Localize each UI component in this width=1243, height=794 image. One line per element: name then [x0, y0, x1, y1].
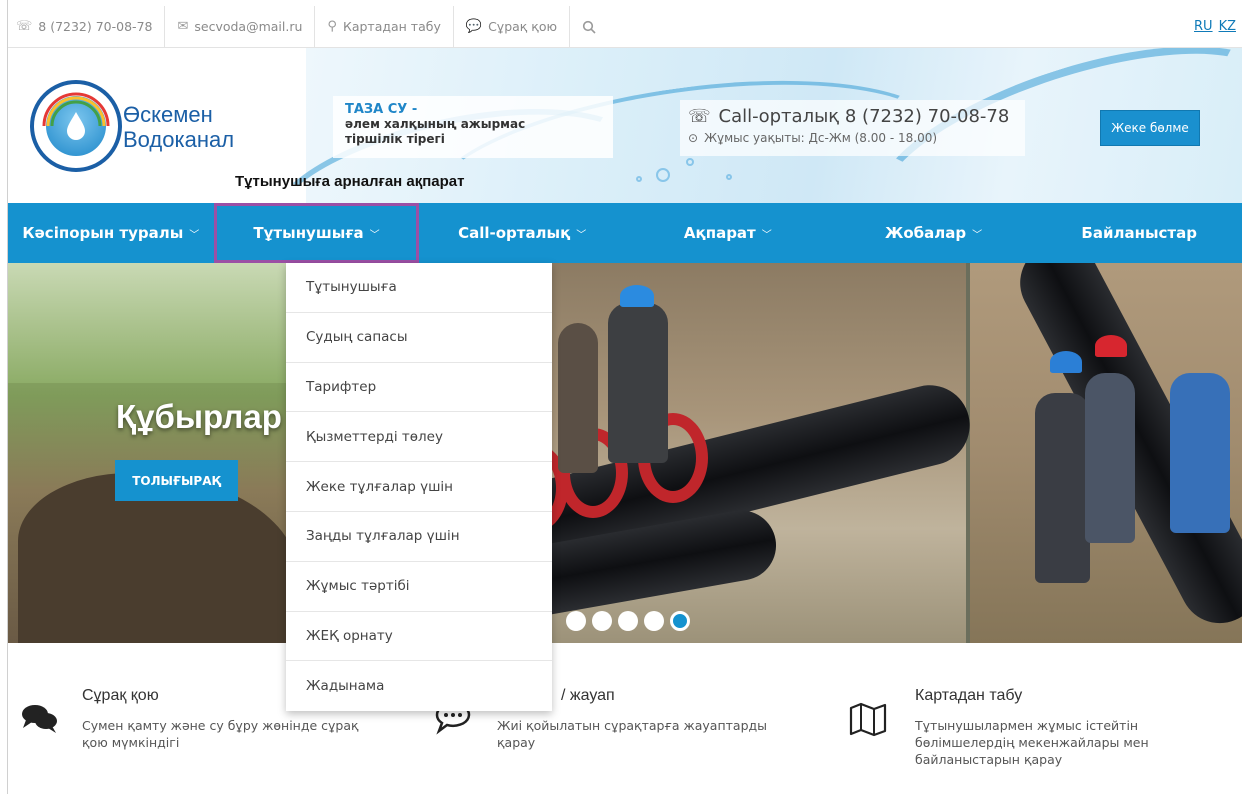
brand-line2: Водоканал — [123, 127, 235, 152]
nav-item-label: Байланыстар — [1081, 224, 1197, 242]
comments-icon: 💬 — [465, 19, 483, 34]
logo[interactable] — [30, 80, 122, 172]
lang-kz-link[interactable]: KZ — [1219, 19, 1236, 34]
language-switcher: RU KZ — [1194, 19, 1242, 34]
nav-item-call-center[interactable]: Call-орталық ﹀ — [419, 203, 625, 263]
chevron-down-icon: ﹀ — [369, 229, 380, 241]
feature-title: Сұрақ қою — [82, 687, 159, 704]
main-nav: Кәсіпорын туралы ﹀ Тұтынушыға ﹀ Call-ортал… — [8, 203, 1242, 263]
feature-desc-line: Сумен қамту және су бұру жөнінде сұрақ — [82, 718, 359, 733]
nav-item-info[interactable]: Ақпарат ﹀ — [625, 203, 831, 263]
top-bar: ☏ 8 (7232) 70-08-78 ✉ secvoda@mail.ru ⚲ … — [8, 5, 1242, 48]
topbar-ask-link[interactable]: 💬 Сұрақ қою — [454, 5, 571, 48]
slide-photo-trench — [8, 263, 298, 643]
feature-desc-line: қарау — [497, 735, 536, 750]
slogan-title: ТАЗА СУ - — [345, 102, 418, 117]
topbar-ask-text: Сұрақ қою — [488, 19, 558, 34]
page-left-border — [0, 0, 8, 794]
phone-icon: ☏ — [16, 19, 33, 34]
personal-cabinet-button[interactable]: Жеке бөлме — [1100, 110, 1200, 146]
phone-icon: ☏ — [688, 106, 711, 127]
dropdown-item-payment[interactable]: Қызметтерді төлеу — [286, 412, 552, 463]
slider-dots — [566, 611, 690, 631]
clock-icon: ⊙ — [688, 131, 699, 145]
feature-title: / жауап — [561, 687, 615, 704]
dropdown-item-individuals[interactable]: Жеке тұлғалар үшін — [286, 462, 552, 512]
feature-desc-line: Тұтынушылармен жұмыс істейтін — [915, 718, 1139, 733]
nav-item-projects[interactable]: Жобалар ﹀ — [831, 203, 1037, 263]
slide-title: Құбырлар — [116, 398, 282, 435]
dropdown-item-water-quality[interactable]: Судың сапасы — [286, 313, 552, 363]
features-section: Сұрақ қою Сумен қамту және су бұру жөнін… — [8, 643, 1242, 794]
dropdown-item-meter-install[interactable]: ЖЕҚ орнату — [286, 612, 552, 662]
hero-slider: Құбырлар ТОЛЫҒЫРАҚ — [8, 263, 1242, 643]
dropdown-item-legal-entities[interactable]: Заңды тұлғалар үшін — [286, 512, 552, 562]
nav-item-label: Кәсіпорын туралы — [22, 224, 184, 242]
consumer-dropdown-menu: Тұтынушыға Судың сапасы Тарифтер Қызметт… — [286, 263, 552, 711]
nav-item-label: Call-орталық — [458, 224, 571, 242]
dropdown-item-tariffs[interactable]: Тарифтер — [286, 363, 552, 413]
feature-desc: Тұтынушылармен жұмыс істейтін бөлімшелер… — [915, 717, 1235, 768]
nav-item-label: Жобалар — [884, 224, 967, 242]
envelope-icon: ✉ — [177, 19, 189, 34]
feature-desc-line: бөлімшелердің мекенжайлары мен — [915, 735, 1149, 750]
work-hours-text: Жұмыс уақыты: Дс-Жм (8.00 - 18.00) — [704, 131, 938, 145]
slide-photo-workers — [970, 263, 1242, 643]
dropdown-item-work-schedule[interactable]: Жұмыс тәртібі — [286, 562, 552, 612]
call-center-text: Call-орталық 8 (7232) 70-08-78 — [718, 106, 1010, 127]
slider-dot[interactable] — [566, 611, 586, 631]
topbar-search[interactable] — [570, 6, 608, 48]
map-icon — [849, 702, 887, 737]
call-center-box: ☏ Call-орталық 8 (7232) 70-08-78 ⊙ Жұмыс… — [680, 100, 1025, 156]
topbar-email-text: secvoda@mail.ru — [194, 19, 303, 34]
chevron-down-icon: ﹀ — [189, 229, 200, 241]
search-icon — [582, 20, 596, 34]
slider-dot[interactable] — [618, 611, 638, 631]
slider-dot[interactable] — [592, 611, 612, 631]
nav-item-label: Ақпарат — [683, 224, 756, 242]
page-tagline: Тұтынушыға арналған ақпарат — [235, 173, 465, 190]
nav-item-about[interactable]: Кәсіпорын туралы ﹀ — [8, 203, 214, 263]
site-header: Өскемен Водоканал ТАЗА СУ - әлем халқыны… — [8, 48, 1242, 203]
slider-dot[interactable] — [644, 611, 664, 631]
feature-desc: Сумен қамту және су бұру жөнінде сұрақ қ… — [82, 717, 382, 751]
logo-rainbow-arc — [42, 92, 110, 127]
topbar-phone-text: 8 (7232) 70-08-78 — [38, 19, 153, 34]
nav-item-consumer[interactable]: Тұтынушыға ﹀ — [213, 203, 420, 263]
comments-icon — [22, 705, 57, 733]
chevron-down-icon: ﹀ — [761, 229, 772, 241]
topbar-map-link[interactable]: ⚲ Картадан табу — [315, 5, 454, 48]
feature-desc-line: байланыстарын қарау — [915, 752, 1063, 767]
chevron-down-icon: ﹀ — [972, 229, 983, 241]
lang-ru-link[interactable]: RU — [1194, 19, 1213, 34]
feature-desc-line: Жиі қойылатын сұрақтарға жауаптарды — [497, 718, 768, 733]
brand-name[interactable]: Өскемен Водоканал — [123, 102, 234, 152]
nav-item-contacts[interactable]: Байланыстар — [1036, 203, 1242, 263]
read-more-button[interactable]: ТОЛЫҒЫРАҚ — [115, 460, 238, 501]
topbar-email[interactable]: ✉ secvoda@mail.ru — [165, 5, 316, 48]
topbar-phone[interactable]: ☏ 8 (7232) 70-08-78 — [8, 5, 166, 48]
chevron-down-icon: ﹀ — [576, 229, 587, 241]
feature-desc-line: қою мүмкіндігі — [82, 735, 180, 750]
brand-line1: Өскемен — [123, 102, 213, 127]
slogan-box: ТАЗА СУ - әлем халқының ажырмас тіршілік… — [333, 96, 613, 158]
slogan-line2: тіршілік тірегі — [345, 132, 445, 146]
feature-title: Картадан табу — [915, 687, 1023, 704]
dropdown-item-consumer[interactable]: Тұтынушыға — [286, 263, 552, 313]
dropdown-item-memo[interactable]: Жадынама — [286, 661, 552, 711]
feature-desc: Жиі қойылатын сұрақтарға жауаптарды қара… — [497, 717, 797, 751]
slogan-line1: әлем халқының ажырмас — [345, 117, 526, 131]
nav-item-label: Тұтынушыға — [253, 224, 364, 242]
slider-dot-active[interactable] — [670, 611, 690, 631]
topbar-map-text: Картадан табу — [342, 19, 441, 34]
map-marker-icon: ⚲ — [327, 19, 337, 34]
